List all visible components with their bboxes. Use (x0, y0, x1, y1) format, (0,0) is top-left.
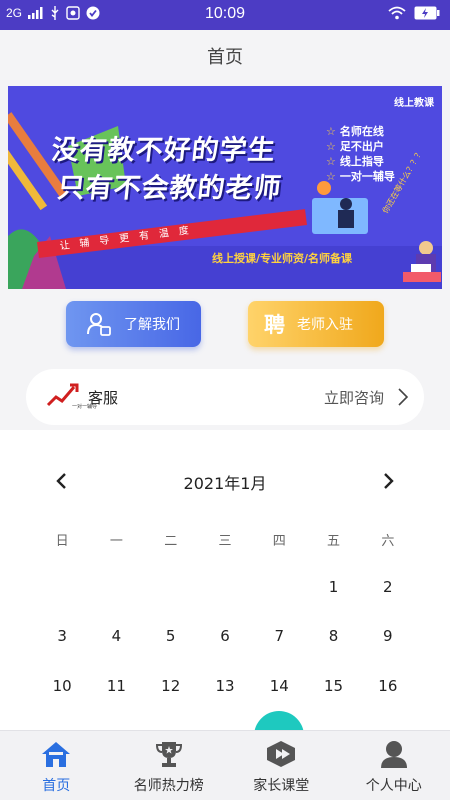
recruit-icon: 聘 (264, 313, 285, 337)
next-month-icon[interactable] (380, 472, 396, 490)
calendar-day[interactable] (252, 578, 306, 596)
calendar-day[interactable]: 2 (361, 578, 415, 596)
tab-label: 首页 (42, 778, 71, 794)
chevron-right-icon (398, 388, 408, 406)
calendar-day[interactable]: 4 (89, 627, 143, 645)
calendar-day[interactable] (35, 578, 89, 596)
person-card-icon (86, 311, 112, 337)
home-icon (40, 739, 72, 769)
tab-label: 家长课堂 (253, 778, 310, 794)
calendar-week: 3 4 5 6 7 8 9 (35, 627, 415, 645)
calendar-day[interactable]: 6 (198, 627, 252, 645)
calendar-day[interactable]: 3 (35, 627, 89, 645)
banner-headline-1: 没有教不好的学生 (50, 135, 278, 166)
calendar-day[interactable]: 8 (306, 627, 360, 645)
teacher-join-button[interactable]: 聘 老师入驻 (248, 301, 384, 347)
customer-service-bar[interactable]: 一对一辅导 客服 立即咨询 (26, 369, 424, 425)
consult-link[interactable]: 立即咨询 (324, 387, 384, 408)
status-right (388, 6, 440, 20)
status-time: 10:09 (204, 5, 246, 22)
calendar: 2021年1月 日 一 二 三 四 五 六 1 2 3 4 5 6 7 8 9 … (0, 430, 450, 730)
course-icon (265, 739, 297, 769)
calendar-day[interactable]: 9 (361, 627, 415, 645)
calendar-day[interactable]: 5 (144, 627, 198, 645)
calendar-day[interactable]: 10 (35, 677, 89, 695)
calendar-day[interactable]: 16 (361, 677, 415, 695)
weekday-label: 二 (164, 534, 178, 549)
service-logo-text: 一对一辅导 (72, 404, 98, 410)
page-title: 首页 (0, 30, 450, 86)
tab-label: 个人中心 (365, 778, 422, 794)
banner-tag: 线上教课 (394, 98, 434, 109)
about-us-button[interactable]: 了解我们 (66, 301, 201, 347)
banner-headline-2: 只有不会教的老师 (56, 173, 284, 204)
banner-feature-list: ☆ 名师在线 ☆ 足不出户 ☆ 线上指导 ☆ 一对一辅导 (326, 124, 395, 184)
calendar-day[interactable]: 15 (306, 677, 360, 695)
calendar-day[interactable] (89, 578, 143, 596)
banner-feature: ☆ 一对一辅导 (326, 170, 395, 183)
service-logo-icon (46, 383, 79, 414)
calendar-weekdays: 日 一 二 三 四 五 六 (35, 530, 415, 549)
promo-banner[interactable]: 线上教课 没有教不好的学生 只有不会教的老师 让辅导更有温度 ☆ 名师在线 ☆ 足不… (8, 86, 442, 289)
tab-profile[interactable]: 个人中心 (338, 731, 450, 800)
about-us-label: 了解我们 (124, 317, 180, 333)
tab-label: 名师热力榜 (133, 778, 204, 794)
tab-home[interactable]: 首页 (0, 731, 113, 800)
calendar-day[interactable] (198, 578, 252, 596)
tab-ranking[interactable]: 名师热力榜 (113, 731, 226, 800)
calendar-day[interactable] (144, 578, 198, 596)
weekday-label: 三 (218, 534, 232, 549)
banner-feature: ☆ 足不出户 (326, 140, 384, 153)
banner-feature: ☆ 名师在线 (326, 125, 384, 138)
status-bar: 2G 10:09 (0, 0, 450, 30)
calendar-day[interactable]: 12 (144, 677, 198, 695)
weekday-label: 日 (55, 534, 69, 549)
calendar-day[interactable]: 7 (252, 627, 306, 645)
calendar-day[interactable]: 1 (306, 578, 360, 596)
calendar-day[interactable]: 13 (198, 677, 252, 695)
weekday-label: 一 (109, 534, 123, 549)
trophy-icon (153, 739, 185, 769)
battery-icon (414, 6, 440, 20)
banner-feature: ☆ 线上指导 (326, 155, 384, 168)
wifi-icon (388, 6, 406, 20)
bottom-tab-bar: 首页 名师热力榜 家长课堂 个人中心 (0, 730, 450, 800)
weekday-label: 五 (327, 534, 341, 549)
banner-bottom-line: 线上授课/专业师资/名师备课 (212, 252, 353, 265)
calendar-week: 10 11 12 13 14 15 16 (35, 677, 415, 695)
calendar-header: 2021年1月 (0, 470, 450, 493)
profile-icon (378, 739, 410, 769)
weekday-label: 四 (272, 534, 286, 549)
tab-parent-class[interactable]: 家长课堂 (225, 731, 338, 800)
teacher-join-label: 老师入驻 (297, 317, 353, 333)
calendar-day[interactable]: 11 (89, 677, 143, 695)
calendar-day[interactable]: 14 (252, 677, 306, 695)
weekday-label: 六 (381, 534, 395, 549)
calendar-week: 1 2 (35, 578, 415, 596)
